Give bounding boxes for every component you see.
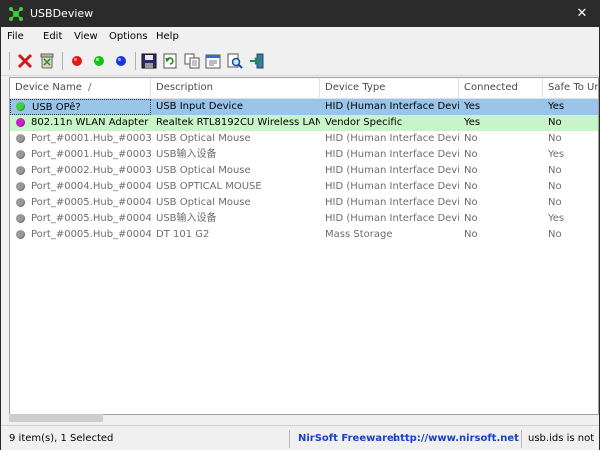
list-header: Device Name / Description Device Type Con…: [10, 78, 598, 99]
status-bar: 9 item(s), 1 Selected NirSoft Freeware. …: [1, 425, 599, 450]
window-title: USBDeview: [30, 7, 94, 20]
cell-device-name: USB OPê?: [10, 99, 151, 115]
table-row[interactable]: Port_#0004.Hub_#0004 USB OPTICAL MOUSE HID…: [10, 179, 598, 195]
table-row[interactable]: Port_#0001.Hub_#0003 USB输入设备 HID (Human In…: [10, 147, 598, 163]
cell-device-type: HID (Human Interface Device): [325, 149, 459, 160]
cell-device-name: Port_#0002.Hub_#0003: [31, 165, 151, 176]
save-icon[interactable]: [140, 52, 158, 70]
menu-help[interactable]: Help: [156, 31, 179, 42]
table-row[interactable]: Port_#0005.Hub_#0004 USB输入设备 HID (Human In…: [10, 211, 598, 227]
column-description[interactable]: Description: [151, 78, 320, 98]
toolbar: [1, 47, 599, 76]
cell-device-type: HID (Human Interface Device): [325, 213, 459, 224]
table-row[interactable]: Port_#0002.Hub_#0003 USB Optical Mouse HID…: [10, 163, 598, 179]
cell-device-name: Port_#0005.Hub_#0004: [31, 229, 151, 240]
cell-description: USB Optical Mouse: [156, 165, 251, 176]
menu-view[interactable]: View: [74, 31, 98, 42]
cell-description: USB输入设备: [156, 213, 217, 224]
refresh-icon[interactable]: [161, 52, 179, 70]
cell-safe-to-unplug: Yes: [548, 149, 565, 160]
menu-options[interactable]: Options: [109, 31, 148, 42]
cell-device-name: 802.11n WLAN Adapter: [31, 117, 149, 128]
cell-connected: No: [464, 165, 478, 176]
cell-connected: No: [464, 197, 478, 208]
cell-connected: Yes: [464, 117, 481, 128]
properties-icon[interactable]: [204, 52, 222, 70]
status-brand-url[interactable]: http://www.nirsoft.net: [393, 430, 519, 448]
cell-device-type: Mass Storage: [325, 229, 393, 240]
cell-device-name: Port_#0004.Hub_#0004: [31, 181, 151, 192]
copy-icon[interactable]: [183, 52, 201, 70]
cell-device-name: Port_#0005.Hub_#0004: [31, 197, 151, 208]
app-window: USBDeview ✕ File Edit View Options Help: [0, 0, 600, 450]
close-button[interactable]: ✕: [565, 1, 599, 27]
menu-bar: File Edit View Options Help: [1, 27, 599, 47]
table-row[interactable]: 802.11n WLAN Adapter Realtek RTL8192CU Wi…: [10, 115, 598, 131]
toolbar-separator: [135, 52, 136, 70]
column-device-type[interactable]: Device Type: [320, 78, 459, 98]
delete-x-icon[interactable]: [16, 52, 34, 70]
cell-connected: No: [464, 181, 478, 192]
column-label: Device Name: [15, 82, 82, 93]
cell-safe-to-unplug: Yes: [548, 213, 565, 224]
green-dot-icon[interactable]: [90, 52, 108, 70]
toolbar-separator: [9, 52, 10, 70]
cell-device-type: HID (Human Interface Device): [325, 101, 459, 112]
red-dot-icon[interactable]: [68, 52, 86, 70]
cell-connected: No: [464, 149, 478, 160]
cell-safe-to-unplug: No: [548, 229, 562, 240]
cell-safe-to-unplug: No: [548, 117, 562, 128]
table-row[interactable]: Port_#0005.Hub_#0004 USB Optical Mouse HID…: [10, 195, 598, 211]
cell-device-name: Port_#0005.Hub_#0004: [31, 213, 151, 224]
cell-connected: No: [464, 133, 478, 144]
cell-description: USB OPTICAL MOUSE: [156, 181, 262, 192]
table-row[interactable]: Port_#0001.Hub_#0003 USB Optical Mouse HID…: [10, 131, 598, 147]
uninstall-icon[interactable]: [38, 52, 56, 70]
title-bar[interactable]: USBDeview ✕: [1, 1, 599, 27]
cell-safe-to-unplug: No: [548, 133, 562, 144]
cell-device-type: Vendor Specific: [325, 117, 403, 128]
cell-device-type: HID (Human Interface Device): [325, 165, 459, 176]
sort-arrow-icon: /: [88, 82, 92, 93]
cell-description: DT 101 G2: [156, 229, 210, 240]
exit-icon[interactable]: [248, 52, 266, 70]
toolbar-separator: [62, 52, 63, 70]
cell-safe-to-unplug: No: [548, 197, 562, 208]
cell-device-type: HID (Human Interface Device): [325, 181, 459, 192]
menu-file[interactable]: File: [7, 31, 24, 42]
column-device-name[interactable]: Device Name /: [10, 78, 151, 98]
cell-connected: No: [464, 229, 478, 240]
cell-description: USB Optical Mouse: [156, 133, 251, 144]
status-brand-name[interactable]: NirSoft Freeware.: [298, 430, 398, 448]
column-connected[interactable]: Connected: [459, 78, 543, 98]
cell-safe-to-unplug: No: [548, 165, 562, 176]
usb-app-icon: [9, 7, 23, 21]
status-separator: [521, 430, 522, 448]
device-list[interactable]: Device Name / Description Device Type Con…: [9, 77, 599, 415]
table-row[interactable]: Port_#0005.Hub_#0004 DT 101 G2 Mass Storag…: [10, 227, 598, 243]
status-separator: [289, 430, 290, 448]
cell-description: USB Input Device: [156, 101, 243, 112]
cell-device-name: Port_#0001.Hub_#0003: [31, 149, 151, 160]
column-safe-to-unplug[interactable]: Safe To Unplug: [543, 78, 598, 98]
cell-safe-to-unplug: Yes: [548, 101, 565, 112]
cell-description: Realtek RTL8192CU Wireless LAN 802.11n U…: [156, 117, 320, 128]
cell-description: USB输入设备: [156, 149, 217, 160]
status-usbids: usb.ids is not loaded: [528, 433, 598, 444]
status-item-count: 9 item(s), 1 Selected: [9, 433, 114, 444]
horizontal-scrollbar-thumb[interactable]: [9, 414, 103, 422]
find-icon[interactable]: [226, 52, 244, 70]
blue-dot-icon[interactable]: [112, 52, 130, 70]
cell-device-type: HID (Human Interface Device): [325, 197, 459, 208]
cell-device-type: HID (Human Interface Device): [325, 133, 459, 144]
table-row[interactable]: USB OPê? USB Input Device HID (Human Inter…: [10, 99, 598, 115]
menu-edit[interactable]: Edit: [43, 31, 62, 42]
cell-device-name: Port_#0001.Hub_#0003: [31, 133, 151, 144]
cell-safe-to-unplug: No: [548, 181, 562, 192]
cell-connected: Yes: [464, 101, 481, 112]
cell-description: USB Optical Mouse: [156, 197, 251, 208]
cell-connected: No: [464, 213, 478, 224]
